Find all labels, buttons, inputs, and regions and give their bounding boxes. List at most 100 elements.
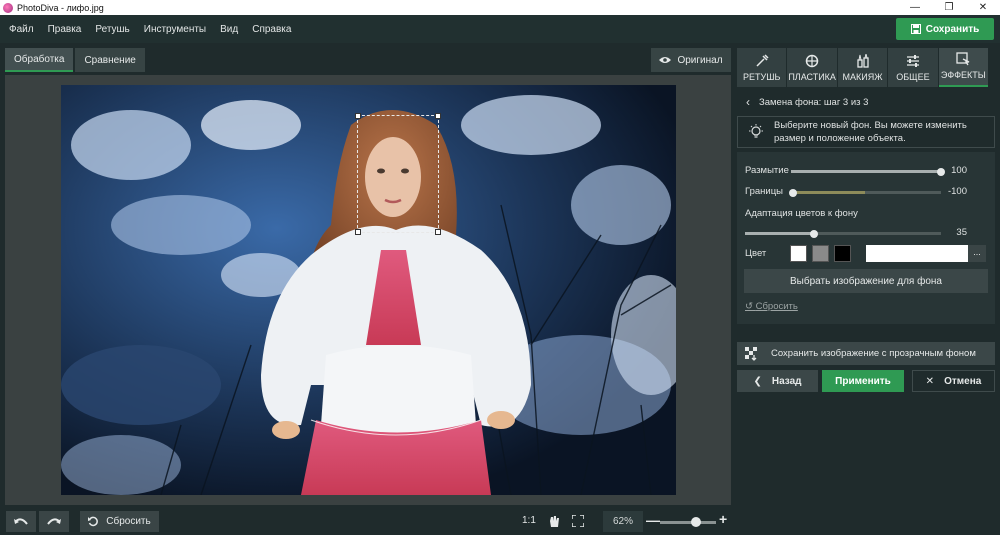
edges-slider-thumb[interactable]	[789, 189, 797, 197]
color-adapt-label: Адаптация цветов к фону	[745, 208, 858, 219]
choose-background-button[interactable]: Выбрать изображение для фона	[744, 269, 988, 293]
step-back-arrow-icon[interactable]: ‹	[737, 95, 759, 109]
hint-text: Выберите новый фон. Вы можете изменить р…	[774, 119, 967, 145]
hand-pan-icon[interactable]	[548, 515, 560, 528]
tab-plastic-label: ПЛАСТИКА	[788, 72, 836, 82]
blur-slider-thumb[interactable]	[937, 168, 945, 176]
zoom-slider-track[interactable]	[660, 521, 716, 524]
retouch-icon	[756, 54, 769, 67]
hint-box: Выберите новый фон. Вы можете изменить р…	[737, 116, 995, 148]
tool-tabs: РЕТУШЬ ПЛАСТИКА МАКИЯЖ ОБЩЕЕ ЭФФЕКТЫ	[737, 48, 989, 87]
color-adapt-value: 35	[956, 227, 967, 238]
menu-view[interactable]: Вид	[213, 24, 245, 35]
menu-edit[interactable]: Правка	[41, 24, 89, 35]
color-adapt-slider-row: 35	[745, 226, 989, 240]
tab-makeup-label: МАКИЯЖ	[842, 72, 883, 82]
tab-effects[interactable]: ЭФФЕКТЫ	[938, 48, 989, 87]
save-button[interactable]: Сохранить	[896, 18, 994, 40]
blur-value: 100	[951, 165, 967, 176]
cancel-button[interactable]: ✕ Отмена	[912, 370, 995, 392]
edges-slider-row: Границы -100	[745, 185, 989, 199]
lightbulb-icon	[738, 124, 774, 140]
view-tabs: Обработка Сравнение	[5, 48, 147, 72]
menu-tools[interactable]: Инструменты	[137, 24, 213, 35]
close-icon: ✕	[925, 375, 935, 387]
window-title: PhotoDiva - лифо.jpg	[17, 2, 104, 13]
step-header: ‹ Замена фона: шаг 3 из 3	[737, 91, 995, 113]
chevron-left-icon: ❮	[753, 375, 762, 387]
color-picker-button[interactable]: ...	[968, 245, 986, 262]
close-button[interactable]: ✕	[966, 0, 1000, 15]
menubar: Файл Правка Ретушь Инструменты Вид Справ…	[0, 15, 1000, 43]
original-button-label: Оригинал	[677, 54, 723, 66]
effects-icon	[956, 52, 970, 66]
app-logo-icon	[3, 2, 13, 13]
undo-icon	[14, 517, 28, 525]
save-button-label: Сохранить	[925, 23, 980, 35]
color-adapt-slider-thumb[interactable]	[810, 230, 818, 238]
makeup-icon	[856, 54, 869, 68]
color-adapt-slider-fill	[745, 232, 814, 235]
bottom-toolbar: Сбросить 1:1 62% — +	[0, 508, 735, 535]
edges-label: Границы	[745, 186, 783, 197]
background-settings: Размытие 100 Границы -100 Адаптация цвет…	[737, 152, 995, 324]
back-button[interactable]: ❮ Назад	[737, 370, 818, 392]
save-transparent-label: Сохранить изображение с прозрачным фоном	[771, 348, 976, 359]
zoom-slider-thumb[interactable]	[691, 517, 701, 527]
cancel-button-label: Отмена	[944, 375, 982, 387]
menu-help[interactable]: Справка	[245, 24, 298, 35]
right-panel: РЕТУШЬ ПЛАСТИКА МАКИЯЖ ОБЩЕЕ ЭФФЕКТЫ ‹ З…	[735, 48, 1000, 535]
tab-makeup[interactable]: МАКИЯЖ	[837, 48, 888, 87]
tab-plastic[interactable]: ПЛАСТИКА	[787, 48, 837, 87]
tab-compare[interactable]: Сравнение	[75, 48, 145, 72]
maximize-button[interactable]: ❐	[932, 0, 966, 15]
menu-file[interactable]: Файл	[0, 24, 41, 35]
resize-handle-br[interactable]	[435, 229, 441, 235]
reset-link[interactable]: ↺ Сбросить	[745, 301, 798, 312]
tab-retouch[interactable]: РЕТУШЬ	[737, 48, 787, 87]
plastic-icon	[805, 54, 819, 68]
transparent-image-icon	[745, 346, 757, 361]
menu-retouch[interactable]: Ретушь	[88, 24, 136, 35]
canvas-area[interactable]	[5, 75, 731, 505]
swatch-white[interactable]	[790, 245, 807, 262]
apply-button[interactable]: Применить	[822, 370, 904, 392]
undo-button[interactable]	[6, 511, 36, 532]
minimize-button[interactable]: —	[898, 0, 932, 15]
custom-color-field[interactable]	[866, 245, 968, 262]
swatch-black[interactable]	[834, 245, 851, 262]
tab-general[interactable]: ОБЩЕЕ	[888, 48, 938, 87]
photo-canvas[interactable]	[61, 85, 676, 495]
reset-icon	[88, 516, 99, 527]
zoom-out-button[interactable]: —	[646, 512, 660, 528]
blur-label: Размытие	[745, 165, 789, 176]
step-title: Замена фона: шаг 3 из 3	[759, 96, 869, 108]
object-resize-frame[interactable]	[355, 113, 441, 235]
original-button[interactable]: Оригинал	[651, 48, 731, 72]
color-label: Цвет	[745, 248, 767, 259]
swatch-gray[interactable]	[812, 245, 829, 262]
save-transparent-button[interactable]: Сохранить изображение с прозрачным фоном	[737, 342, 995, 365]
tab-processing[interactable]: Обработка	[5, 48, 74, 72]
blur-slider-fill	[791, 170, 941, 173]
actual-size-button[interactable]: 1:1	[522, 515, 536, 526]
tab-effects-label: ЭФФЕКТЫ	[940, 70, 986, 80]
reset-button[interactable]: Сбросить	[80, 511, 159, 532]
edges-slider-fill	[791, 191, 865, 194]
hint-line-1: Выберите новый фон. Вы можете изменить	[774, 120, 967, 131]
hint-line-2: размер и положение объекта.	[774, 133, 906, 144]
edges-value: -100	[947, 186, 967, 197]
resize-handle-bl[interactable]	[355, 229, 361, 235]
zoom-in-button[interactable]: +	[719, 511, 727, 527]
color-adapt-label-row: Адаптация цветов к фону	[745, 207, 989, 221]
redo-button[interactable]	[39, 511, 69, 532]
save-icon	[910, 24, 921, 34]
reset-button-label: Сбросить	[106, 516, 151, 527]
fit-screen-icon[interactable]	[572, 515, 584, 527]
reset-link-label: Сбросить	[755, 301, 798, 312]
sliders-icon	[906, 55, 919, 67]
resize-handle-tl[interactable]	[355, 113, 361, 119]
resize-handle-tr[interactable]	[435, 113, 441, 119]
back-button-label: Назад	[771, 375, 802, 387]
zoom-level[interactable]: 62%	[603, 511, 643, 532]
